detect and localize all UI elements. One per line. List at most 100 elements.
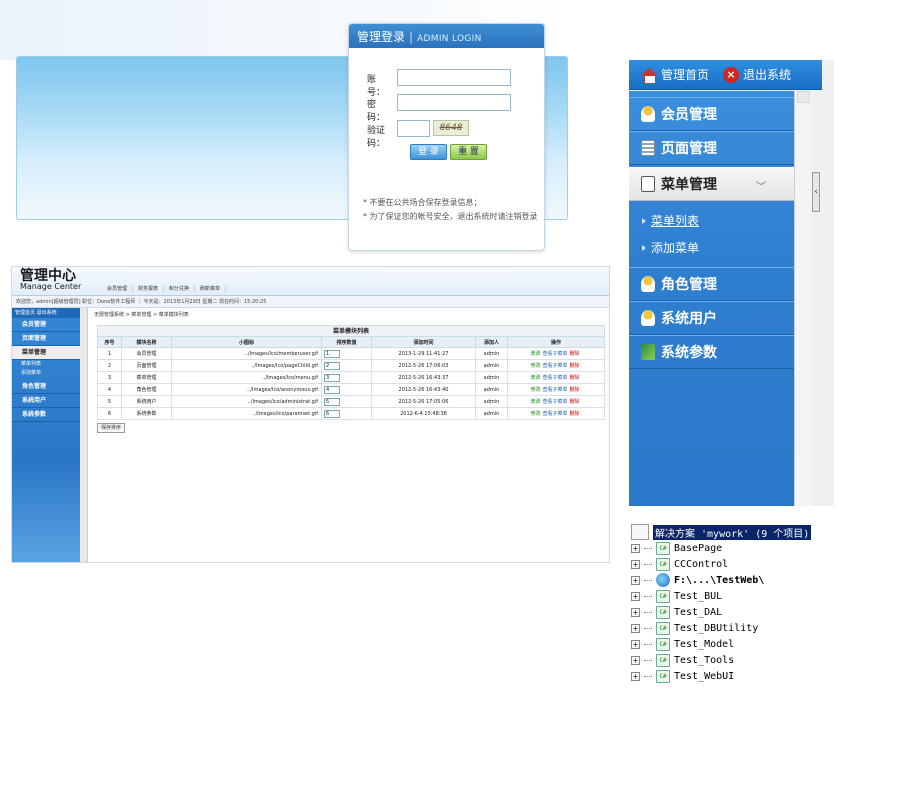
delete-link[interactable]: 删除 (570, 399, 580, 405)
view-submenu-link[interactable]: 查看子菜单 (542, 363, 567, 369)
tree-item[interactable]: + C# Test_WebUI (631, 668, 911, 684)
admin-sidebar-item[interactable]: 角色管理 (12, 380, 80, 394)
view-submenu-link[interactable]: 查看子菜单 (542, 351, 567, 357)
edit-link[interactable]: 修改 (530, 363, 540, 369)
tree-item[interactable]: + C# Test_Model (631, 636, 911, 652)
captcha-image[interactable]: 8648 (433, 120, 469, 136)
admin-sidebar-item[interactable]: 系统用户 (12, 394, 80, 408)
expand-icon[interactable]: + (631, 543, 640, 553)
expand-icon[interactable]: + (631, 591, 640, 601)
login-title: 管理登录 (357, 30, 406, 44)
edit-link[interactable]: 修改 (530, 387, 540, 393)
delete-link[interactable]: 删除 (570, 363, 580, 369)
admin-sidebar-item[interactable]: 页面管理 (12, 332, 80, 346)
sidebar-topbar: 管理首页 × 退出系统 (629, 60, 822, 90)
sidebar-item-members[interactable]: 会员管理 (629, 97, 794, 131)
tree-connector (644, 660, 652, 661)
csharp-project-icon: C# (656, 605, 670, 619)
sidebar-subitem-add-menu[interactable]: 添加菜单 (642, 239, 699, 256)
sort-input[interactable]: 4 (324, 385, 340, 394)
password-input[interactable] (397, 94, 511, 111)
edit-link[interactable]: 修改 (530, 411, 540, 417)
tree-item[interactable]: + F:\...\TestWeb\ (631, 572, 911, 588)
expand-icon[interactable]: + (631, 639, 640, 649)
login-title-en: ADMIN LOGIN (417, 34, 482, 44)
cell-time: 2012-5-26 17:05:06 (371, 395, 476, 408)
project-list: + C# BasePage + C# CCControl + F:\...\TestWeb\ +… (631, 540, 911, 684)
exit-link[interactable]: × 退出系统 (723, 66, 791, 83)
expand-icon[interactable]: + (631, 671, 640, 681)
account-input[interactable] (397, 69, 511, 86)
tree-item[interactable]: + C# BasePage (631, 540, 911, 556)
scrollbar-thumb[interactable] (797, 91, 810, 103)
sort-input[interactable]: 1 (324, 349, 340, 358)
cell-sort: 5 (321, 395, 372, 408)
edit-link[interactable]: 修改 (530, 375, 540, 381)
sidebar-item-pages[interactable]: 页面管理 (629, 131, 794, 165)
view-submenu-link[interactable]: 查看子菜单 (542, 375, 567, 381)
edit-link[interactable]: 修改 (530, 399, 540, 405)
captcha-label: 验证码： (367, 126, 386, 149)
home-link[interactable]: 管理首页 (641, 66, 709, 84)
nav-item[interactable]: 积分兑换 (164, 285, 196, 292)
sidebar-item-system-params[interactable]: 系统参数 (629, 335, 794, 369)
cell-time: 2012-5-26 16:43:40 (371, 383, 476, 396)
edit-link[interactable]: 修改 (530, 351, 540, 357)
table-body: 1 会员管理 ../Images/Ico/memberuser.gif 1 2013-1… (97, 347, 605, 420)
admin-sidebar-item[interactable]: 会员管理 (12, 318, 80, 332)
delete-link[interactable]: 删除 (570, 351, 580, 357)
expand-icon[interactable]: + (631, 623, 640, 633)
sort-input[interactable]: 6 (324, 409, 340, 418)
tree-connector (644, 612, 652, 613)
sidebar-scrollbar[interactable] (794, 91, 812, 506)
cell-no: 4 (97, 383, 122, 396)
save-sort-button[interactable]: 保存排序 (97, 423, 126, 433)
brand-cn: 管理中心 (20, 268, 76, 284)
sidebar-item-system-users[interactable]: 系统用户 (629, 301, 794, 335)
solution-root[interactable]: 解决方案 'mywork' (9 个项目) (631, 524, 911, 540)
tree-item[interactable]: + C# Test_DAL (631, 604, 911, 620)
delete-link[interactable]: 删除 (570, 411, 580, 417)
admin-collapse-bar[interactable] (80, 308, 88, 562)
cell-icon: ../Images/Ico/pageChild.gif (171, 359, 322, 372)
admin-sidebar-item-active[interactable]: 菜单管理 (12, 346, 80, 360)
sidebar-item-label: 系统参数 (661, 345, 717, 361)
admin-sidebar-item[interactable]: 系统参数 (12, 408, 80, 422)
tree-item[interactable]: + C# Test_DBUtility (631, 620, 911, 636)
sidebar-item-roles[interactable]: 角色管理 (629, 267, 794, 301)
cell-by: admin (475, 395, 508, 408)
sort-input[interactable]: 2 (324, 361, 340, 370)
sidebar-subitem-menu-list[interactable]: 菜单列表 (642, 212, 699, 229)
view-submenu-link[interactable]: 查看子菜单 (542, 399, 567, 405)
tree-item[interactable]: + C# Test_Tools (631, 652, 911, 668)
nav-item[interactable]: 财务报表 (133, 285, 165, 292)
admin-sidebar-head[interactable]: 管理首页 退出系统 (12, 308, 80, 318)
delete-link[interactable]: 删除 (570, 387, 580, 393)
tree-item[interactable]: + C# CCControl (631, 556, 911, 572)
nav-item[interactable]: 刷新菜单 (195, 285, 227, 292)
captcha-row: 验证码： (367, 123, 397, 149)
nav-item[interactable]: 会员管理 (102, 285, 134, 292)
sort-input[interactable]: 3 (324, 373, 340, 382)
collapse-handle[interactable]: ‹ (812, 172, 820, 212)
captcha-input[interactable] (397, 120, 430, 137)
expand-icon[interactable]: + (631, 607, 640, 617)
sidebar-subitem-label: 菜单列表 (651, 214, 700, 228)
sort-input[interactable]: 5 (324, 397, 340, 406)
cell-by: admin (475, 347, 508, 360)
expand-icon[interactable]: + (631, 575, 640, 585)
sidebar-item-menus[interactable]: 菜单管理 ﹀ (629, 167, 794, 201)
login-button[interactable]: 登 录 (410, 144, 447, 160)
view-submenu-link[interactable]: 查看子菜单 (542, 411, 567, 417)
admin-sidebar-sub[interactable]: 添加菜单 (12, 369, 80, 378)
view-submenu-link[interactable]: 查看子菜单 (542, 387, 567, 393)
expand-icon[interactable]: + (631, 559, 640, 569)
admin-sidebar-sub[interactable]: 菜单列表 (12, 360, 80, 369)
tree-item[interactable]: + C# Test_BUL (631, 588, 911, 604)
cell-no: 6 (97, 407, 122, 420)
cell-sort: 3 (321, 371, 372, 384)
expand-icon[interactable]: + (631, 655, 640, 665)
delete-link[interactable]: 删除 (570, 375, 580, 381)
reset-button[interactable]: 重 置 (450, 144, 487, 160)
cell-sort: 1 (321, 347, 372, 360)
